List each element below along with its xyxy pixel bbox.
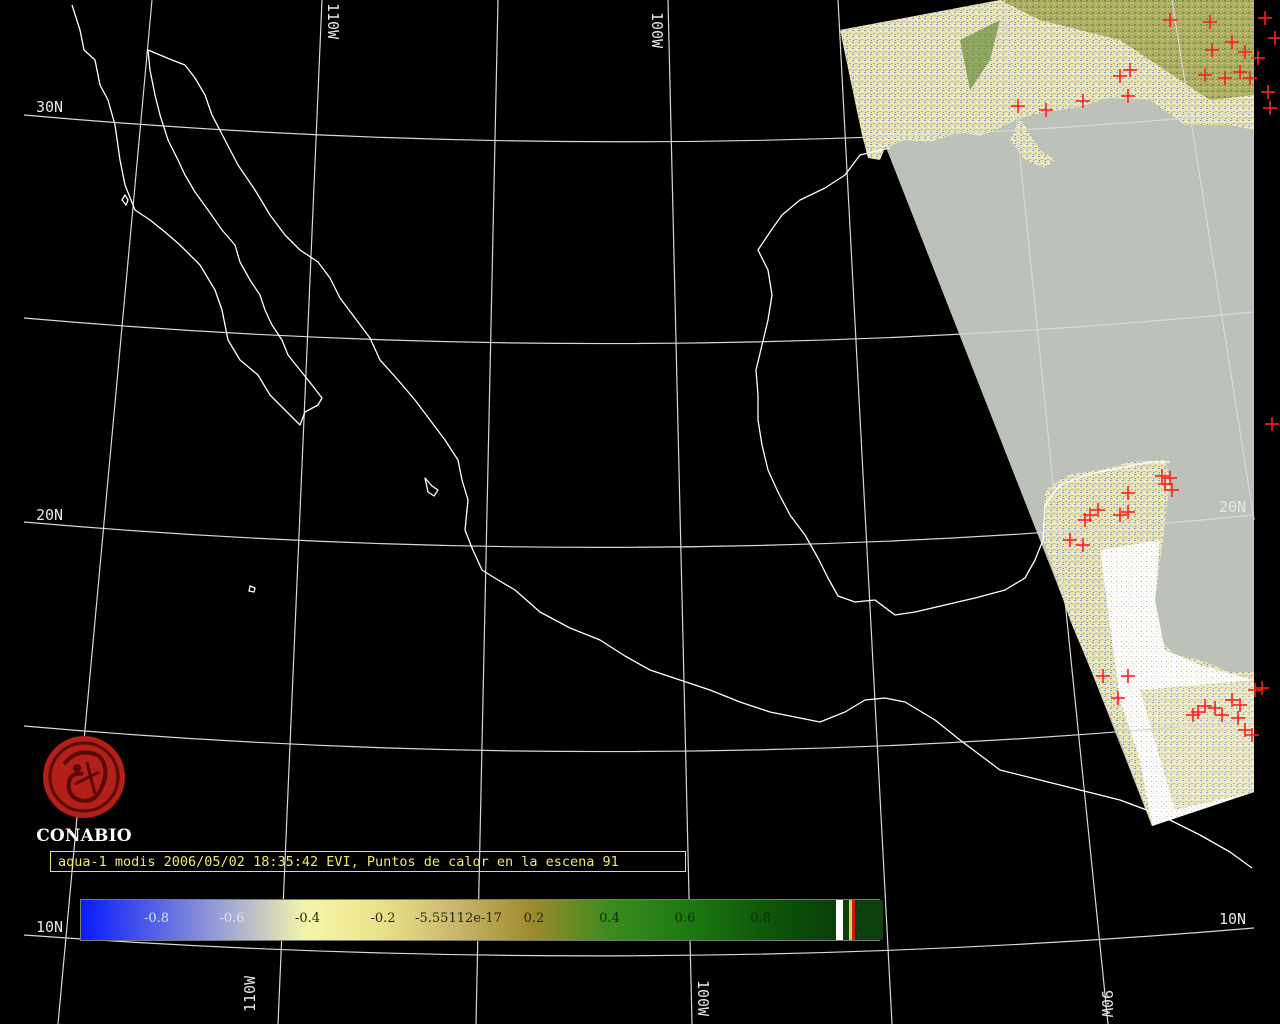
colorbar-tick-label: -5.55112e-17 [415,911,502,926]
map-viewer: 30N 20N 10N 20N 10N 110W 100W 110W 100W … [0,0,1280,1024]
coast-island-guadalupe [121,194,129,206]
coast-baja-west [71,4,323,426]
fire-marker [1261,85,1275,99]
colorbar-tick-label: -0.4 [294,911,321,926]
colorbar-tick-label: -0.2 [370,911,396,926]
conabio-emblem-icon [43,736,125,818]
label-30n-left: 30N [36,98,63,116]
label-90w-bottom: 90W [1098,990,1116,1018]
label-100w-top: 100W [648,12,666,49]
conabio-logo: CONABIO [34,734,134,846]
scene-caption-text: aqua-1 modis 2006/05/02 18:35:42 EVI, Pu… [58,854,619,870]
colorbar-tick-label: -0.6 [219,911,245,926]
fire-marker [1255,681,1269,695]
label-10n-left: 10N [36,918,63,936]
scene-caption: aqua-1 modis 2006/05/02 18:35:42 EVI, Pu… [50,851,686,872]
label-100w-bottom: 100W [694,980,712,1017]
fire-marker [1263,101,1277,115]
coast-island-tres-marias [424,477,439,497]
label-10n-right: 10N [1219,910,1246,928]
label-110w-top: 110W [324,3,342,40]
colorbar-tick-label: 0.4 [599,911,620,926]
colorbar-class-swatch [855,900,883,940]
conabio-wordmark: CONABIO [36,826,132,846]
fire-marker [1258,11,1272,25]
label-20n-left: 20N [36,506,63,524]
fire-marker [1265,417,1279,431]
fire-marker [1268,31,1280,45]
label-110w-bottom: 110W [241,975,259,1012]
colorbar-tick-label: -0.8 [143,911,170,926]
colorbar-tick-label: 0.6 [674,911,696,926]
colorbar-tick-label: 0.2 [523,911,545,926]
label-20n-right: 20N [1219,498,1246,516]
evi-colorbar: -0.8 -0.6 -0.4 -0.2 -5.55112e-17 0.2 0.4 0.6 0.8 [80,899,883,941]
colorbar-tick-label: 0.8 [750,911,771,926]
coast-island-socorro [248,585,256,593]
lat-15n-line [23,719,1255,753]
colorbar-class-swatch [836,900,843,940]
